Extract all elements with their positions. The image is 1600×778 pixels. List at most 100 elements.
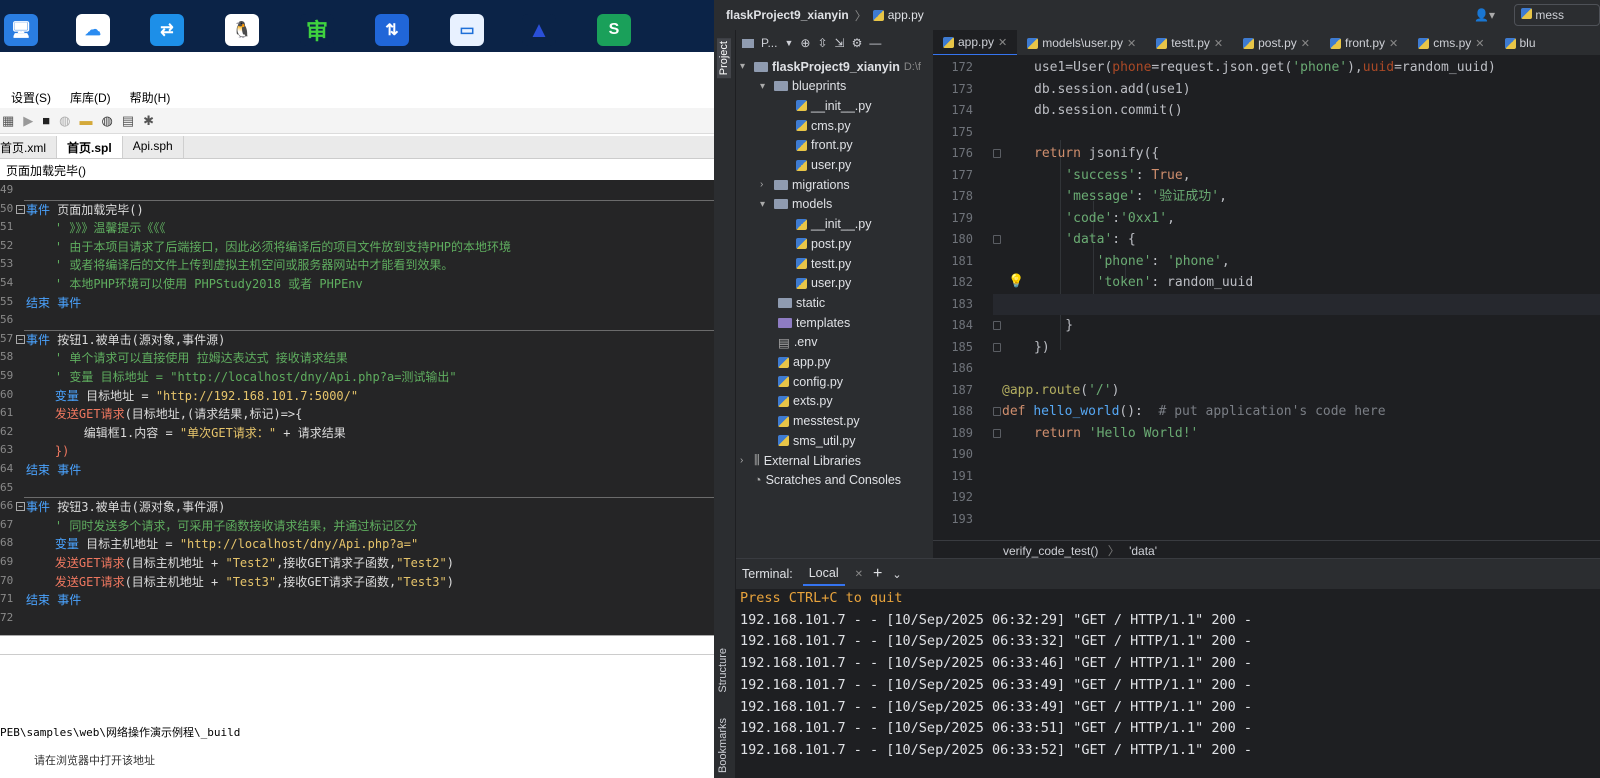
chevron-right-icon[interactable]: ›: [740, 455, 750, 466]
tree-item[interactable]: sms_util.py: [778, 431, 856, 450]
editor-tab[interactable]: post.py ✕: [1233, 30, 1320, 55]
editor-tab-label[interactable]: cms.py: [1433, 36, 1471, 50]
new-tab-icon[interactable]: +: [873, 565, 882, 583]
tab-home-xml[interactable]: 首页.xml: [0, 136, 57, 158]
tree-item[interactable]: testt.py: [796, 254, 851, 273]
chevron-down-icon[interactable]: ▾: [760, 199, 770, 210]
project-tool-tab[interactable]: Project: [717, 38, 731, 79]
tree-item[interactable]: ▤ .env: [778, 333, 817, 352]
tree-item[interactable]: __init__.py: [796, 96, 871, 115]
document-icon[interactable]: ▤: [122, 113, 134, 129]
run-icon[interactable]: ▶: [23, 113, 33, 129]
tree-item[interactable]: messtest.py: [778, 412, 860, 431]
user-icon[interactable]: 👤▾: [1474, 8, 1495, 22]
editor-tab-label[interactable]: models\user.py: [1042, 36, 1123, 50]
bookmarks-tool-tab[interactable]: Bookmarks: [717, 718, 729, 773]
gear-icon[interactable]: ⚙: [852, 36, 863, 50]
monitor-icon[interactable]: ▭: [450, 14, 484, 46]
menu-item-settings[interactable]: 设置(S): [11, 89, 51, 106]
run-config-selector[interactable]: mess: [1514, 4, 1600, 26]
fold-toggle-icon[interactable]: −: [16, 334, 25, 344]
tree-item[interactable]: config.py: [778, 372, 843, 391]
menu-item-help[interactable]: 帮助(H): [130, 89, 171, 106]
chevron-down-icon[interactable]: ▾: [760, 81, 770, 92]
tree-item[interactable]: ▾ blueprints: [760, 77, 846, 96]
fold-marker-icon[interactable]: [993, 149, 1001, 158]
tree-item[interactable]: front.py: [796, 136, 853, 155]
tab-home-spl[interactable]: 首页.spl: [57, 136, 123, 158]
cloud-icon[interactable]: ☁: [76, 14, 110, 46]
close-icon[interactable]: ✕: [1127, 37, 1136, 50]
close-icon[interactable]: ✕: [1214, 37, 1223, 50]
folder-icon[interactable]: ▬: [80, 113, 93, 128]
chevron-down-icon[interactable]: ⌄: [892, 568, 901, 581]
triangle-icon[interactable]: ▲: [522, 14, 556, 46]
audit-icon[interactable]: 审: [300, 14, 334, 46]
chevron-right-icon[interactable]: ›: [760, 179, 770, 190]
debug-icon[interactable]: ✱: [143, 113, 154, 129]
editor-tab-label[interactable]: blu: [1520, 36, 1536, 50]
chevron-down-icon[interactable]: ▼: [784, 38, 793, 48]
tree-item[interactable]: __init__.py: [796, 215, 871, 234]
editor-tab-label[interactable]: post.py: [1258, 36, 1297, 50]
fold-marker-icon[interactable]: [993, 428, 1001, 438]
menu-item-library[interactable]: 库库(D): [70, 89, 111, 106]
app-icon[interactable]: ⇄: [150, 14, 184, 46]
tree-item[interactable]: user.py: [796, 274, 851, 293]
panel-splitter[interactable]: [0, 635, 714, 655]
editor-tab[interactable]: app.py ✕: [933, 30, 1018, 55]
locate-icon[interactable]: ⊕: [800, 36, 810, 50]
close-icon[interactable]: ✕: [1301, 37, 1310, 50]
editor-tab[interactable]: blu: [1495, 30, 1546, 55]
fold-marker-icon[interactable]: [993, 321, 1001, 330]
editor-tab[interactable]: cms.py ✕: [1408, 30, 1494, 55]
code-editor[interactable]: 172 use1=User(phone=request.json.get('pho…: [933, 56, 1600, 540]
editor-tab-label[interactable]: app.py: [958, 35, 994, 49]
tree-item[interactable]: static: [778, 293, 825, 312]
collapse-all-icon[interactable]: ⇲: [835, 36, 845, 50]
close-icon[interactable]: ✕: [1475, 37, 1484, 50]
project-view-selector[interactable]: P...: [761, 36, 777, 50]
tree-item[interactable]: templates: [778, 313, 850, 332]
close-icon[interactable]: ✕: [1389, 37, 1398, 50]
breadcrumb-function[interactable]: verify_code_test(): [1003, 544, 1098, 558]
tree-item[interactable]: app.py: [778, 353, 831, 372]
structure-tool-tab[interactable]: Structure: [717, 648, 729, 693]
bulb-icon[interactable]: 💡: [1008, 274, 1024, 289]
tree-item[interactable]: cms.py: [796, 116, 851, 135]
editor-tab[interactable]: models\user.py ✕: [1017, 30, 1146, 55]
terminal-tab-local[interactable]: Local: [802, 562, 845, 586]
tree-item[interactable]: user.py: [796, 156, 851, 175]
tree-item[interactable]: ▾ flaskProject9_xianyin D:\f: [740, 57, 921, 76]
editor-tab-label[interactable]: front.py: [1345, 36, 1385, 50]
close-icon[interactable]: ✕: [855, 569, 863, 580]
editor-tab-label[interactable]: testt.py: [1171, 36, 1210, 50]
transfer-icon[interactable]: ⇅: [375, 14, 409, 46]
globe-gray-icon[interactable]: ◍: [59, 113, 70, 129]
current-file[interactable]: app.py: [888, 8, 924, 22]
code-editor[interactable]: 49 50 事件 页面加载完毕() −51 ' 》》》温馨提示《《《 52 ' 由于本项…: [0, 180, 714, 635]
tree-item[interactable]: ◔ Scratches and Consoles: [754, 471, 901, 490]
fold-marker-icon[interactable]: [993, 235, 1001, 244]
editor-tab[interactable]: front.py ✕: [1320, 30, 1408, 55]
fold-toggle-icon[interactable]: −: [16, 502, 25, 512]
project-tree[interactable]: ▾ flaskProject9_xianyin D:\f ▾ blueprints __i…: [736, 56, 933, 540]
breadcrumb-key[interactable]: 'data': [1129, 544, 1157, 558]
expand-all-icon[interactable]: ⇳: [817, 36, 827, 50]
computer-icon[interactable]: 🖥: [4, 14, 38, 46]
fold-marker-icon[interactable]: [993, 342, 1001, 352]
fold-toggle-icon[interactable]: −: [16, 204, 25, 214]
tree-item[interactable]: › ⫼ External Libraries: [740, 451, 861, 470]
build-icon[interactable]: ▦: [2, 113, 14, 129]
globe-icon[interactable]: ◍: [102, 113, 113, 129]
tab-api-sph[interactable]: Api.sph: [123, 136, 184, 158]
tree-item[interactable]: exts.py: [778, 392, 833, 411]
qq-icon[interactable]: 🐧: [225, 14, 259, 46]
close-icon[interactable]: ✕: [998, 36, 1007, 49]
project-name[interactable]: flaskProject9_xianyin: [726, 8, 849, 22]
fold-marker-icon[interactable]: [993, 407, 1001, 416]
editor-tab[interactable]: testt.py ✕: [1146, 30, 1233, 55]
chevron-down-icon[interactable]: ▾: [740, 61, 750, 72]
sheet-icon[interactable]: S: [597, 14, 631, 46]
tree-item[interactable]: ▾ models: [760, 195, 832, 214]
